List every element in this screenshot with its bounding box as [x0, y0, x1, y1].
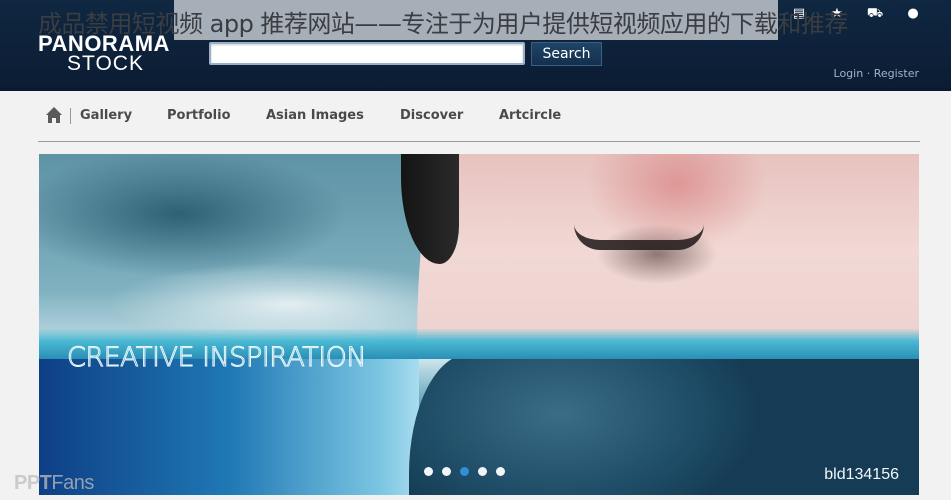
- login-link[interactable]: Login: [834, 67, 864, 80]
- nav-item-artcircle[interactable]: Artcircle: [499, 108, 561, 123]
- header-divider: [0, 88, 951, 91]
- watermark-fans: Fans: [51, 472, 94, 494]
- slider-dot-5[interactable]: [496, 467, 505, 476]
- watermark-ppt: PPT: [14, 472, 52, 494]
- image-id-label: bld134156: [824, 466, 899, 483]
- slider-dot-1[interactable]: [424, 467, 433, 476]
- pptfans-watermark: PPTFans: [14, 472, 94, 495]
- cart-icon[interactable]: ⛟: [864, 6, 886, 23]
- panorama-stock-logo[interactable]: PANORAMA STOCK: [38, 33, 170, 75]
- nav-item-portfolio[interactable]: Portfolio: [167, 108, 231, 123]
- auth-separator: ·: [866, 67, 871, 80]
- search-input[interactable]: [209, 42, 525, 65]
- slider-dot-3-active[interactable]: [460, 467, 469, 476]
- register-link[interactable]: Register: [874, 67, 919, 80]
- overlay-title: 成品禁用短视频 app 推荐网站——专注于为用户提供短视频应用的下载和推荐: [38, 10, 848, 38]
- hero-title: CREATIVE INSPIRATION: [66, 342, 367, 374]
- user-icon[interactable]: ●: [902, 6, 924, 23]
- main-nav: Gallery Portfolio Asian Images Discover …: [38, 92, 920, 142]
- nav-item-discover[interactable]: Discover: [400, 108, 463, 123]
- auth-links: Login · Register: [834, 67, 919, 80]
- nav-item-gallery[interactable]: Gallery: [80, 108, 132, 123]
- hero-eyelash: [574, 224, 704, 250]
- search-button[interactable]: Search: [531, 42, 602, 66]
- slider-dot-2[interactable]: [442, 467, 451, 476]
- hero-underwater-left: [39, 354, 419, 495]
- logo-line-2: STOCK: [67, 52, 144, 75]
- nav-item-asian-images[interactable]: Asian Images: [266, 108, 364, 123]
- nav-divider: [70, 108, 71, 124]
- home-icon[interactable]: [45, 106, 63, 124]
- slider-dot-4[interactable]: [478, 467, 487, 476]
- hero-slider[interactable]: CREATIVE INSPIRATION bld134156: [39, 154, 919, 495]
- slider-dots: [424, 467, 505, 476]
